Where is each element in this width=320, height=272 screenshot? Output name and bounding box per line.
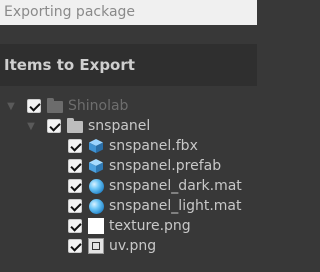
image-icon [88, 238, 104, 254]
expand-arrow-icon[interactable]: ▼ [5, 100, 17, 112]
material-sphere-icon [88, 198, 104, 214]
shinolab-checkbox[interactable] [27, 99, 41, 113]
file-checkbox[interactable] [68, 179, 82, 193]
tree-item-label: uv.png [109, 238, 157, 254]
section-title: Items to Export [0, 44, 257, 86]
file-checkbox[interactable] [68, 219, 82, 233]
tree-item-file[interactable]: snspanel_dark.mat [0, 176, 257, 196]
file-checkbox[interactable] [68, 159, 82, 173]
image-icon [88, 218, 104, 234]
tree-item-shinolab[interactable]: ▼ Shinolab [0, 96, 257, 116]
tree-item-label: snspanel_dark.mat [109, 178, 242, 194]
file-checkbox[interactable] [68, 139, 82, 153]
tree-item-label: snspanel_light.mat [109, 198, 242, 214]
file-checkbox[interactable] [68, 199, 82, 213]
folder-icon [67, 118, 83, 133]
tree-item-file[interactable]: uv.png [0, 236, 257, 256]
tree-item-label: texture.png [109, 218, 191, 234]
tree-item-snspanel[interactable]: ▼ snspanel [0, 116, 257, 136]
tree-item-file[interactable]: snspanel.fbx [0, 136, 257, 156]
snspanel-checkbox[interactable] [47, 119, 61, 133]
tree-item-file[interactable]: texture.png [0, 216, 257, 236]
file-checkbox[interactable] [68, 239, 82, 253]
model-cube-icon [88, 138, 104, 154]
tree-item-label: Shinolab [68, 98, 129, 114]
material-sphere-icon [88, 178, 104, 194]
tree-item-label: snspanel.prefab [109, 158, 222, 174]
tree-item-file[interactable]: snspanel.prefab [0, 156, 257, 176]
folder-icon [47, 98, 63, 113]
tree-item-file[interactable]: snspanel_light.mat [0, 196, 257, 216]
prefab-cube-icon [88, 158, 104, 174]
tree-item-label: snspanel.fbx [109, 138, 198, 154]
tree-item-label: snspanel [88, 118, 151, 134]
window-title: Exporting package [0, 0, 257, 25]
expand-arrow-icon[interactable]: ▼ [25, 120, 37, 132]
export-tree: ▼ Shinolab ▼ snspanel snspanel.fbx snspa… [0, 96, 257, 256]
